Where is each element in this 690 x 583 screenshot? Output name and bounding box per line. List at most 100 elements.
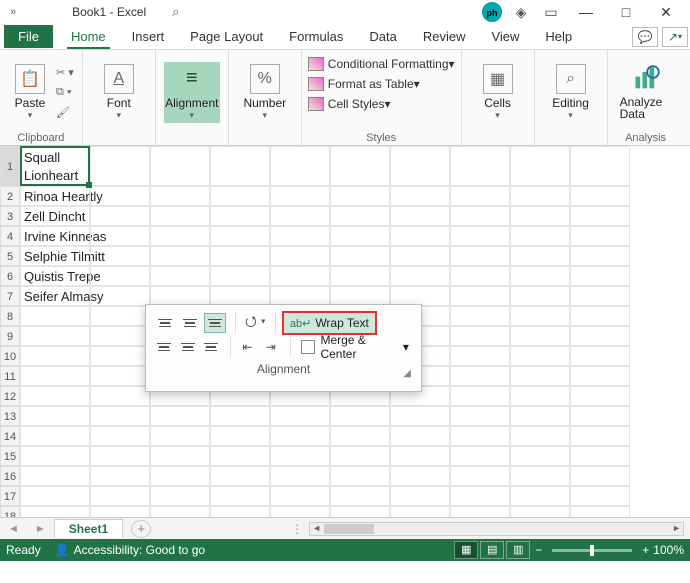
view-page-break-icon[interactable]: ▥ [506, 541, 530, 559]
tab-review[interactable]: Review [413, 25, 476, 48]
sheet-nav-next-icon[interactable]: ► [27, 523, 54, 535]
align-top-left-icon[interactable] [154, 313, 176, 333]
row-header[interactable]: 10 [0, 346, 20, 366]
cell[interactable] [90, 146, 150, 186]
conditional-formatting-button[interactable]: Conditional Formatting ▾ [306, 54, 457, 74]
format-as-table-button[interactable]: Format as Table ▾ [306, 74, 422, 94]
row-header[interactable]: 4 [0, 226, 20, 246]
worksheet-grid[interactable]: 1 2 3 4 5 6 7 8 9 10 11 12 13 14 15 16 1… [0, 146, 690, 517]
minimize-button[interactable]: — [566, 4, 606, 20]
analyze-data-button[interactable]: Analyze Data [616, 62, 676, 122]
cell[interactable]: Zell Dincht [20, 206, 90, 226]
row-header[interactable]: 8 [0, 306, 20, 326]
sheet-tab[interactable]: Sheet1 [54, 519, 123, 538]
row-header[interactable]: 17 [0, 486, 20, 506]
row-header[interactable]: 3 [0, 206, 20, 226]
cell[interactable]: Selphie Tilmitt [20, 246, 90, 266]
row-header[interactable]: 16 [0, 466, 20, 486]
row-header[interactable]: 18 [0, 506, 20, 517]
row-header[interactable]: 6 [0, 266, 20, 286]
diamond-icon[interactable]: ◈ [506, 4, 536, 21]
maximize-button[interactable]: □ [606, 4, 646, 20]
row-headers[interactable]: 1 2 3 4 5 6 7 8 9 10 11 12 13 14 15 16 1… [0, 146, 20, 517]
quickaccess-more-icon[interactable]: » [4, 6, 22, 18]
cell[interactable] [450, 146, 510, 186]
zoom-in-button[interactable]: + [642, 543, 649, 557]
cell[interactable] [570, 146, 630, 186]
cell-a1[interactable]: Squall Lionheart [20, 146, 90, 186]
format-painter-icon[interactable]: 🖌 [56, 106, 74, 119]
cell[interactable] [270, 146, 330, 186]
align-icon: ≡ [177, 64, 207, 94]
increase-indent-icon[interactable]: ⇥ [261, 337, 281, 357]
tab-data[interactable]: Data [359, 25, 406, 48]
row-header[interactable]: 5 [0, 246, 20, 266]
copy-icon[interactable]: ⧉ ▾ [56, 86, 74, 99]
align-top-right-icon[interactable] [204, 313, 226, 333]
row-header[interactable]: 15 [0, 446, 20, 466]
close-button[interactable]: ✕ [646, 4, 686, 21]
row-header[interactable]: 2 [0, 186, 20, 206]
group-styles: Conditional Formatting ▾ Format as Table… [302, 50, 462, 145]
dialog-launcher-icon[interactable]: ◢ [403, 368, 411, 379]
number-button[interactable]: %Number▾ [237, 62, 293, 123]
zoom-out-button[interactable]: − [535, 543, 542, 557]
cell[interactable]: Quistis Trepe [20, 266, 90, 286]
tab-page-layout[interactable]: Page Layout [180, 25, 273, 48]
cell[interactable]: Rinoa Heartly [20, 186, 90, 206]
align-top-center-icon[interactable] [179, 313, 201, 333]
new-sheet-button[interactable]: + [131, 520, 151, 538]
align-left-icon[interactable] [154, 337, 174, 357]
cells-button[interactable]: ▦Cells▾ [470, 62, 526, 123]
tab-formulas[interactable]: Formulas [279, 25, 353, 48]
row-header[interactable]: 14 [0, 426, 20, 446]
row-header[interactable]: 11 [0, 366, 20, 386]
zoom-level[interactable]: 100% [653, 543, 684, 557]
comments-button[interactable]: 💬 [632, 27, 658, 47]
tab-file[interactable]: File [4, 25, 53, 48]
search-icon[interactable]: ⌕ [172, 4, 179, 20]
clipboard-icon: 📋 [15, 64, 45, 94]
decrease-indent-icon[interactable]: ⇤ [237, 337, 257, 357]
row-header[interactable]: 13 [0, 406, 20, 426]
group-cells: ▦Cells▾ [462, 50, 535, 145]
row-header[interactable]: 12 [0, 386, 20, 406]
editing-button[interactable]: ⌕Editing▾ [543, 62, 599, 123]
sheet-nav-prev-icon[interactable]: ◄ [0, 523, 27, 535]
row-header[interactable]: 7 [0, 286, 20, 306]
cell[interactable] [510, 146, 570, 186]
view-normal-icon[interactable]: ▦ [454, 541, 478, 559]
tab-home[interactable]: Home [61, 25, 116, 48]
cell[interactable]: Irvine Kinneas [20, 226, 90, 246]
align-center-icon[interactable] [177, 337, 197, 357]
tab-insert[interactable]: Insert [122, 25, 175, 48]
cell-styles-button[interactable]: Cell Styles ▾ [306, 94, 393, 114]
cell[interactable]: Seifer Almasy [20, 286, 90, 306]
cell[interactable] [330, 146, 390, 186]
account-avatar[interactable]: ph [482, 2, 502, 22]
cell[interactable] [210, 146, 270, 186]
group-alignment: ≡Alignment▾ [156, 50, 229, 145]
popup-group-label: Alignment [257, 362, 310, 376]
ribbon: 📋 Paste▾ ✂ ▾ ⧉ ▾ 🖌 Clipboard AFont▾ ≡Ali… [0, 50, 690, 146]
font-button[interactable]: AFont▾ [91, 62, 147, 123]
zoom-slider[interactable] [552, 549, 632, 552]
ribbon-display-icon[interactable]: ▭ [536, 4, 566, 21]
orientation-button[interactable]: ⭯ ▾ [242, 311, 269, 335]
paste-button[interactable]: 📋 Paste▾ [8, 62, 52, 123]
cell[interactable] [150, 146, 210, 186]
accessibility-status[interactable]: 👤Accessibility: Good to go [55, 543, 205, 557]
tab-view[interactable]: View [481, 25, 529, 48]
share-button[interactable]: ↗▾ [662, 27, 688, 47]
title-bar: » Book1 - Excel ⌕ ph ◈ ▭ — □ ✕ [0, 0, 690, 24]
status-bar: Ready 👤Accessibility: Good to go ▦ ▤ ▥ −… [0, 539, 690, 561]
view-page-layout-icon[interactable]: ▤ [480, 541, 504, 559]
row-header[interactable]: 1 [0, 146, 20, 186]
horizontal-scrollbar[interactable] [309, 522, 684, 536]
row-header[interactable]: 9 [0, 326, 20, 346]
cut-icon[interactable]: ✂ ▾ [56, 66, 74, 79]
cell[interactable] [390, 146, 450, 186]
align-right-icon[interactable] [201, 337, 221, 357]
tab-help[interactable]: Help [535, 25, 582, 48]
alignment-button[interactable]: ≡Alignment▾ [164, 62, 220, 123]
